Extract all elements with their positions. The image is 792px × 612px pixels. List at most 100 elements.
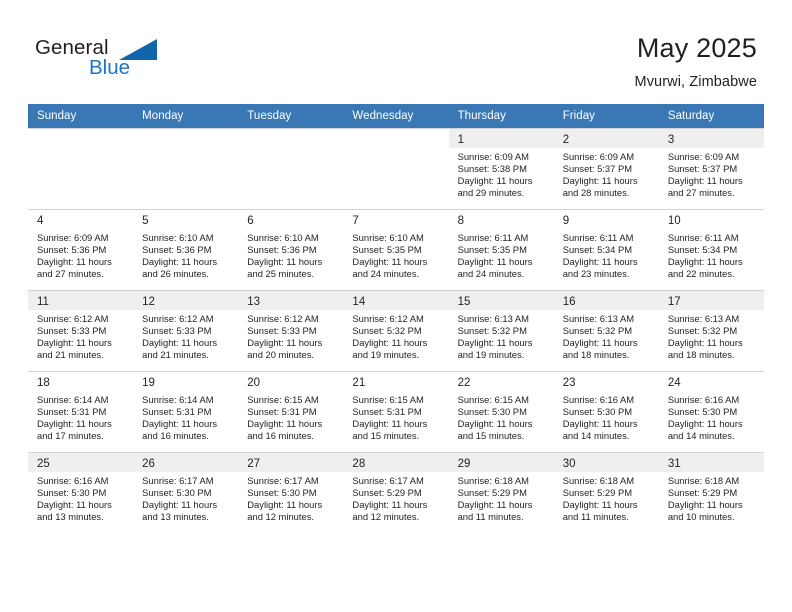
sunrise-text: Sunrise: 6:16 AM [667, 394, 740, 405]
calendar-day-cell[interactable]: 6 Sunrise: 6:10 AM Sunset: 5:36 PM Daylight… [238, 209, 344, 291]
calendar-day-cell[interactable]: 15 Sunrise: 6:13 AM Sunset: 5:32 PM Dayligh… [448, 290, 554, 372]
day-number: 2 [562, 134, 570, 146]
calendar-day-cell[interactable]: 11 Sunrise: 6:12 AM Sunset: 5:33 PM Dayligh… [28, 290, 134, 372]
calendar-day-cell[interactable]: 9 Sunrise: 6:11 AM Sunset: 5:34 PM Daylight… [553, 209, 659, 291]
calendar-day-cell[interactable]: 30 Sunrise: 6:18 AM Sunset: 5:29 PM Dayligh… [553, 452, 659, 533]
calendar-day-cell[interactable]: 3 Sunrise: 6:09 AM Sunset: 5:37 PM Daylight… [658, 128, 764, 210]
day-number-bar: 18 [28, 372, 134, 391]
daylight-text-line1: Daylight: 11 hours [247, 256, 323, 268]
day-details: Sunrise: 6:15 AM Sunset: 5:30 PM Daylight:… [449, 391, 554, 442]
daylight-text-line1: Daylight: 11 hours [247, 499, 323, 511]
sunrise-text: Sunrise: 6:17 AM [247, 475, 319, 486]
sunrise-text: Sunrise: 6:16 AM [562, 394, 635, 405]
sunrise-text: Sunrise: 6:13 AM [667, 313, 740, 324]
sunrise-text: Sunrise: 6:14 AM [37, 394, 109, 405]
sunrise-text: Sunrise: 6:14 AM [142, 394, 214, 405]
sunrise-text: Sunrise: 6:09 AM [562, 151, 635, 162]
calendar-day-cell[interactable]: 7 Sunrise: 6:10 AM Sunset: 5:35 PM Daylight… [343, 209, 449, 291]
sunset-text: Sunset: 5:37 PM [562, 163, 633, 175]
daylight-text-line2: and 12 minutes. [352, 511, 420, 523]
daylight-text-line1: Daylight: 11 hours [457, 175, 533, 187]
calendar-day-cell[interactable]: 12 Sunrise: 6:12 AM Sunset: 5:33 PM Dayligh… [133, 290, 239, 372]
calendar-day-cell[interactable]: 31 Sunrise: 6:18 AM Sunset: 5:29 PM Dayligh… [658, 452, 764, 533]
day-number: 25 [37, 458, 50, 470]
calendar-day-cell[interactable]: 24 Sunrise: 6:16 AM Sunset: 5:30 PM Dayligh… [658, 371, 764, 453]
day-number-bar: 23 [553, 372, 659, 391]
general-blue-logo[interactable]: General Blue [35, 36, 215, 86]
calendar-day-cell[interactable]: 8 Sunrise: 6:11 AM Sunset: 5:35 PM Daylight… [448, 209, 554, 291]
daylight-text-line1: Daylight: 11 hours [562, 175, 638, 187]
calendar-day-cell[interactable]: 1 Sunrise: 6:09 AM Sunset: 5:38 PM Daylight… [448, 128, 554, 210]
sunrise-text: Sunrise: 6:09 AM [37, 232, 109, 243]
day-details: Sunrise: 6:16 AM Sunset: 5:30 PM Daylight:… [659, 391, 764, 442]
day-number: 5 [142, 215, 149, 227]
day-details: Sunrise: 6:13 AM Sunset: 5:32 PM Daylight:… [554, 310, 659, 361]
page-subtitle-location: Mvurwi, Zimbabwe [634, 74, 757, 90]
day-number: 11 [37, 296, 49, 308]
calendar-day-cell[interactable]: 21 Sunrise: 6:15 AM Sunset: 5:31 PM Dayligh… [343, 371, 449, 453]
day-cell-inner: 3 Sunrise: 6:09 AM Sunset: 5:37 PM Daylight… [658, 129, 764, 209]
day-details: Sunrise: 6:12 AM Sunset: 5:33 PM Daylight:… [238, 310, 343, 361]
sunset-text: Sunset: 5:31 PM [37, 406, 107, 418]
daylight-text-line1: Daylight: 11 hours [142, 256, 218, 268]
calendar-day-cell[interactable]: 29 Sunrise: 6:18 AM Sunset: 5:29 PM Dayligh… [448, 452, 554, 533]
calendar-day-cell[interactable]: 23 Sunrise: 6:16 AM Sunset: 5:30 PM Dayligh… [553, 371, 659, 453]
sunset-text: Sunset: 5:30 PM [457, 406, 527, 418]
sunrise-text: Sunrise: 6:18 AM [562, 475, 635, 486]
daylight-text-line1: Daylight: 11 hours [352, 418, 428, 430]
day-details: Sunrise: 6:12 AM Sunset: 5:32 PM Daylight:… [343, 310, 448, 361]
calendar-day-cell[interactable]: 5 Sunrise: 6:10 AM Sunset: 5:36 PM Daylight… [133, 209, 239, 291]
calendar-day-cell[interactable]: 28 Sunrise: 6:17 AM Sunset: 5:29 PM Dayligh… [343, 452, 449, 533]
calendar-day-cell[interactable]: 4 Sunrise: 6:09 AM Sunset: 5:36 PM Daylight… [28, 209, 134, 291]
daylight-text-line2: and 15 minutes. [457, 430, 525, 442]
calendar-day-cell[interactable]: 2 Sunrise: 6:09 AM Sunset: 5:37 PM Daylight… [553, 128, 659, 210]
day-cell-inner: 24 Sunrise: 6:16 AM Sunset: 5:30 PM Dayligh… [658, 372, 764, 452]
sunset-text: Sunset: 5:37 PM [667, 163, 738, 175]
day-number-bar: 13 [238, 291, 344, 310]
day-number: 19 [142, 377, 155, 389]
daylight-text-line1: Daylight: 11 hours [352, 337, 428, 349]
day-number-bar: 15 [448, 291, 554, 310]
calendar-week-row: 4 Sunrise: 6:09 AM Sunset: 5:36 PM Daylight… [28, 209, 764, 291]
day-number-bar: 1 [448, 129, 554, 148]
day-cell-inner [28, 129, 133, 209]
day-details: Sunrise: 6:13 AM Sunset: 5:32 PM Daylight:… [659, 310, 764, 361]
calendar-day-cell[interactable]: 13 Sunrise: 6:12 AM Sunset: 5:33 PM Dayligh… [238, 290, 344, 372]
sunset-text: Sunset: 5:33 PM [247, 325, 317, 337]
sunset-text: Sunset: 5:32 PM [457, 325, 527, 337]
calendar-day-cell[interactable]: 22 Sunrise: 6:15 AM Sunset: 5:30 PM Dayligh… [448, 371, 554, 453]
sunset-text: Sunset: 5:30 PM [247, 487, 317, 499]
day-number: 21 [352, 377, 366, 389]
calendar-day-cell[interactable]: 17 Sunrise: 6:13 AM Sunset: 5:32 PM Dayligh… [658, 290, 764, 372]
calendar-day-cell[interactable]: 26 Sunrise: 6:17 AM Sunset: 5:30 PM Dayligh… [133, 452, 239, 533]
day-number-bar: 27 [238, 453, 344, 472]
day-number: 28 [352, 458, 366, 470]
day-cell-inner: 30 Sunrise: 6:18 AM Sunset: 5:29 PM Dayligh… [553, 453, 659, 533]
day-number: 8 [457, 215, 464, 227]
day-cell-inner: 31 Sunrise: 6:18 AM Sunset: 5:29 PM Dayligh… [658, 453, 764, 533]
day-number-bar: 6 [238, 210, 344, 229]
daylight-text-line2: and 16 minutes. [247, 430, 314, 442]
sunset-text: Sunset: 5:30 PM [667, 406, 738, 418]
daylight-text-line1: Daylight: 11 hours [247, 337, 323, 349]
daylight-text-line1: Daylight: 11 hours [667, 256, 743, 268]
daylight-text-line2: and 10 minutes. [667, 511, 735, 523]
daylight-text-line2: and 25 minutes. [247, 268, 314, 280]
sunset-text: Sunset: 5:30 PM [562, 406, 633, 418]
sunrise-text: Sunrise: 6:18 AM [667, 475, 740, 486]
calendar-day-cell[interactable]: 27 Sunrise: 6:17 AM Sunset: 5:30 PM Dayligh… [238, 452, 344, 533]
calendar-day-cell[interactable]: 16 Sunrise: 6:13 AM Sunset: 5:32 PM Dayligh… [553, 290, 659, 372]
calendar-day-cell[interactable]: 25 Sunrise: 6:16 AM Sunset: 5:30 PM Dayligh… [28, 452, 134, 533]
day-details: Sunrise: 6:11 AM Sunset: 5:35 PM Daylight:… [449, 229, 554, 280]
calendar-day-cell[interactable]: 18 Sunrise: 6:14 AM Sunset: 5:31 PM Dayligh… [28, 371, 134, 453]
sunset-text: Sunset: 5:31 PM [142, 406, 212, 418]
calendar-day-cell[interactable]: 20 Sunrise: 6:15 AM Sunset: 5:31 PM Dayligh… [238, 371, 344, 453]
calendar-day-cell[interactable]: 14 Sunrise: 6:12 AM Sunset: 5:32 PM Dayligh… [343, 290, 449, 372]
calendar-day-cell[interactable]: 19 Sunrise: 6:14 AM Sunset: 5:31 PM Dayligh… [133, 371, 239, 453]
day-details: Sunrise: 6:15 AM Sunset: 5:31 PM Daylight:… [238, 391, 343, 442]
calendar-day-cell[interactable]: 10 Sunrise: 6:11 AM Sunset: 5:34 PM Dayligh… [658, 209, 764, 291]
day-number-bar: 26 [133, 453, 239, 472]
daylight-text-line1: Daylight: 11 hours [142, 418, 218, 430]
day-number-bar: 28 [343, 453, 449, 472]
page-header: General Blue May 2025 Mvurwi, Zimbabwe [0, 0, 792, 104]
